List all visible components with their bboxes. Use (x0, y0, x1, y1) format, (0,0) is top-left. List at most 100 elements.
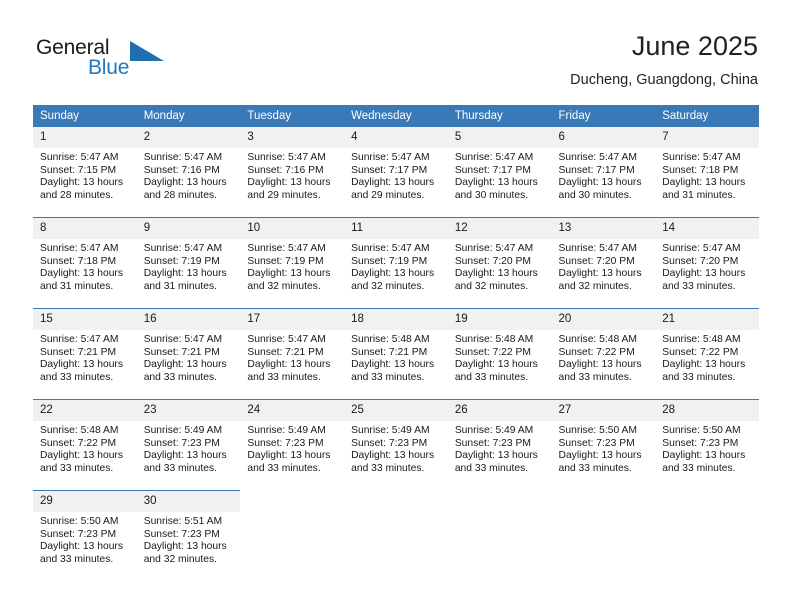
sunrise-text: Sunrise: 5:47 AM (40, 243, 119, 254)
sunset-text: Sunset: 7:21 PM (247, 346, 324, 358)
day-number: 12 (447, 218, 552, 239)
calendar-day-cell[interactable]: 8 Sunrise: 5:47 AM Sunset: 7:18 PM Daylight… (33, 217, 137, 309)
calendar-day-cell[interactable]: 19 Sunrise: 5:48 AM Sunset: 7:22 PM Dayligh… (447, 308, 552, 400)
daylight-text-line2: and 33 minutes. (247, 371, 321, 383)
day-number: 14 (655, 218, 759, 239)
sunrise-text: Sunrise: 5:47 AM (454, 243, 534, 254)
calendar-day-cell[interactable]: 7 Sunrise: 5:47 AM Sunset: 7:18 PM Daylight… (655, 127, 759, 218)
daylight-text-line2: and 33 minutes. (143, 371, 217, 383)
calendar-week-row: 15 Sunrise: 5:47 AM Sunset: 7:21 PM Dayligh… (33, 308, 759, 400)
daylight-text-line2: and 28 minutes. (40, 189, 114, 201)
sunset-text: Sunset: 7:22 PM (558, 346, 635, 358)
calendar-day-cell[interactable]: 12 Sunrise: 5:47 AM Sunset: 7:20 PM Dayligh… (447, 217, 552, 309)
day-info: Sunrise: 5:47 AM Sunset: 7:18 PM Daylight:… (655, 148, 759, 202)
calendar-day-cell[interactable]: 2 Sunrise: 5:47 AM Sunset: 7:16 PM Daylight… (136, 127, 241, 218)
brand-triangle-icon (130, 41, 164, 61)
calendar-day-cell[interactable]: 11 Sunrise: 5:47 AM Sunset: 7:19 PM Dayligh… (344, 217, 448, 309)
calendar-day-cell[interactable]: 30 Sunrise: 5:51 AM Sunset: 7:23 PM Dayligh… (136, 490, 241, 581)
day-info: Sunrise: 5:51 AM Sunset: 7:23 PM Daylight:… (137, 512, 241, 566)
calendar-day-cell[interactable]: 26 Sunrise: 5:49 AM Sunset: 7:23 PM Dayligh… (447, 399, 552, 491)
day-number: 2 (136, 127, 241, 148)
sunrise-text: Sunrise: 5:48 AM (454, 334, 534, 345)
sunset-text: Sunset: 7:23 PM (247, 437, 324, 449)
sunrise-text: Sunrise: 5:47 AM (143, 152, 223, 163)
sunset-text: Sunset: 7:23 PM (351, 437, 428, 449)
sunrise-text: Sunrise: 5:48 AM (40, 425, 119, 436)
sunrise-text: Sunrise: 5:47 AM (247, 334, 326, 345)
sunset-text: Sunset: 7:16 PM (143, 164, 220, 176)
sunrise-text: Sunrise: 5:47 AM (662, 243, 741, 254)
page-title: June 2025 (631, 31, 758, 61)
day-number: 17 (240, 309, 345, 330)
daylight-text-line1: Daylight: 13 hours (143, 177, 227, 189)
calendar-day-cell[interactable]: 23 Sunrise: 5:49 AM Sunset: 7:23 PM Dayligh… (136, 399, 241, 491)
sunrise-text: Sunrise: 5:48 AM (662, 334, 741, 345)
brand-logo[interactable]: General Blue (36, 36, 166, 84)
sunset-text: Sunset: 7:23 PM (662, 437, 739, 449)
calendar-day-cell[interactable]: 6 Sunrise: 5:47 AM Sunset: 7:17 PM Daylight… (551, 127, 656, 218)
day-info: Sunrise: 5:47 AM Sunset: 7:19 PM Daylight:… (240, 239, 344, 293)
daylight-text-line2: and 33 minutes. (40, 553, 114, 565)
daylight-text-line2: and 33 minutes. (662, 462, 736, 474)
calendar-empty-cell (448, 491, 552, 582)
weekday-header-sunday: Sunday (33, 105, 137, 127)
daylight-text-line2: and 31 minutes. (662, 189, 736, 201)
calendar-day-cell[interactable]: 4 Sunrise: 5:47 AM Sunset: 7:17 PM Daylight… (344, 127, 448, 218)
calendar-day-cell[interactable]: 27 Sunrise: 5:50 AM Sunset: 7:23 PM Dayligh… (551, 399, 656, 491)
sunrise-text: Sunrise: 5:48 AM (351, 334, 430, 345)
day-info: Sunrise: 5:50 AM Sunset: 7:23 PM Daylight:… (655, 421, 759, 475)
sunset-text: Sunset: 7:21 PM (40, 346, 117, 358)
daylight-text-line2: and 33 minutes. (351, 462, 425, 474)
daylight-text-line1: Daylight: 13 hours (662, 359, 746, 371)
calendar-day-cell[interactable]: 22 Sunrise: 5:48 AM Sunset: 7:22 PM Dayligh… (33, 399, 137, 491)
calendar-day-cell[interactable]: 10 Sunrise: 5:47 AM Sunset: 7:19 PM Dayligh… (240, 217, 345, 309)
sunrise-text: Sunrise: 5:47 AM (247, 152, 326, 163)
sunset-text: Sunset: 7:17 PM (558, 164, 635, 176)
day-number: 30 (136, 491, 241, 512)
calendar-day-cell[interactable]: 20 Sunrise: 5:48 AM Sunset: 7:22 PM Dayligh… (551, 308, 656, 400)
calendar-day-cell[interactable]: 1 Sunrise: 5:47 AM Sunset: 7:15 PM Daylight… (33, 127, 137, 218)
day-number: 26 (447, 400, 552, 421)
daylight-text-line1: Daylight: 13 hours (143, 268, 227, 280)
calendar-day-cell[interactable]: 14 Sunrise: 5:47 AM Sunset: 7:20 PM Dayligh… (655, 217, 759, 309)
calendar-day-cell[interactable]: 5 Sunrise: 5:47 AM Sunset: 7:17 PM Daylight… (447, 127, 552, 218)
weekday-header-wednesday: Wednesday (344, 105, 448, 127)
calendar-day-cell[interactable]: 9 Sunrise: 5:47 AM Sunset: 7:19 PM Daylight… (136, 217, 241, 309)
day-number: 6 (551, 127, 656, 148)
calendar-day-cell[interactable]: 18 Sunrise: 5:48 AM Sunset: 7:21 PM Dayligh… (344, 308, 448, 400)
calendar-day-cell[interactable]: 13 Sunrise: 5:47 AM Sunset: 7:20 PM Dayligh… (551, 217, 656, 309)
daylight-text-line1: Daylight: 13 hours (247, 268, 331, 280)
calendar-week-row: 29 Sunrise: 5:50 AM Sunset: 7:23 PM Dayligh… (33, 490, 759, 582)
daylight-text-line2: and 32 minutes. (351, 280, 425, 292)
daylight-text-line1: Daylight: 13 hours (558, 450, 642, 462)
day-info: Sunrise: 5:47 AM Sunset: 7:17 PM Daylight:… (344, 148, 448, 202)
sunrise-text: Sunrise: 5:47 AM (40, 152, 119, 163)
day-number: 24 (240, 400, 345, 421)
daylight-text-line2: and 33 minutes. (351, 371, 425, 383)
daylight-text-line2: and 33 minutes. (40, 462, 114, 474)
calendar-day-cell[interactable]: 24 Sunrise: 5:49 AM Sunset: 7:23 PM Dayligh… (240, 399, 345, 491)
calendar-day-cell[interactable]: 29 Sunrise: 5:50 AM Sunset: 7:23 PM Dayligh… (33, 490, 137, 581)
sunset-text: Sunset: 7:20 PM (454, 255, 531, 267)
day-info: Sunrise: 5:47 AM Sunset: 7:20 PM Daylight:… (448, 239, 552, 293)
daylight-text-line1: Daylight: 13 hours (351, 450, 435, 462)
sunrise-text: Sunrise: 5:47 AM (662, 152, 741, 163)
day-info: Sunrise: 5:47 AM Sunset: 7:15 PM Daylight:… (33, 148, 137, 202)
calendar-day-cell[interactable]: 25 Sunrise: 5:49 AM Sunset: 7:23 PM Dayligh… (344, 399, 448, 491)
calendar-day-cell[interactable]: 3 Sunrise: 5:47 AM Sunset: 7:16 PM Daylight… (240, 127, 345, 218)
calendar-day-cell[interactable]: 28 Sunrise: 5:50 AM Sunset: 7:23 PM Dayligh… (655, 399, 759, 491)
calendar-day-cell[interactable]: 16 Sunrise: 5:47 AM Sunset: 7:21 PM Dayligh… (136, 308, 241, 400)
day-info: Sunrise: 5:47 AM Sunset: 7:17 PM Daylight:… (552, 148, 656, 202)
sunset-text: Sunset: 7:21 PM (351, 346, 428, 358)
sunset-text: Sunset: 7:20 PM (662, 255, 739, 267)
daylight-text-line1: Daylight: 13 hours (351, 268, 435, 280)
daylight-text-line1: Daylight: 13 hours (40, 541, 123, 553)
sunset-text: Sunset: 7:23 PM (40, 528, 117, 540)
calendar-day-cell[interactable]: 17 Sunrise: 5:47 AM Sunset: 7:21 PM Dayligh… (240, 308, 345, 400)
sunrise-text: Sunrise: 5:47 AM (454, 152, 534, 163)
daylight-text-line2: and 33 minutes. (662, 371, 736, 383)
sunrise-text: Sunrise: 5:47 AM (351, 152, 430, 163)
calendar-day-cell[interactable]: 15 Sunrise: 5:47 AM Sunset: 7:21 PM Dayligh… (33, 308, 137, 400)
day-info: Sunrise: 5:48 AM Sunset: 7:22 PM Daylight:… (448, 330, 552, 384)
calendar-day-cell[interactable]: 21 Sunrise: 5:48 AM Sunset: 7:22 PM Dayligh… (655, 308, 759, 400)
